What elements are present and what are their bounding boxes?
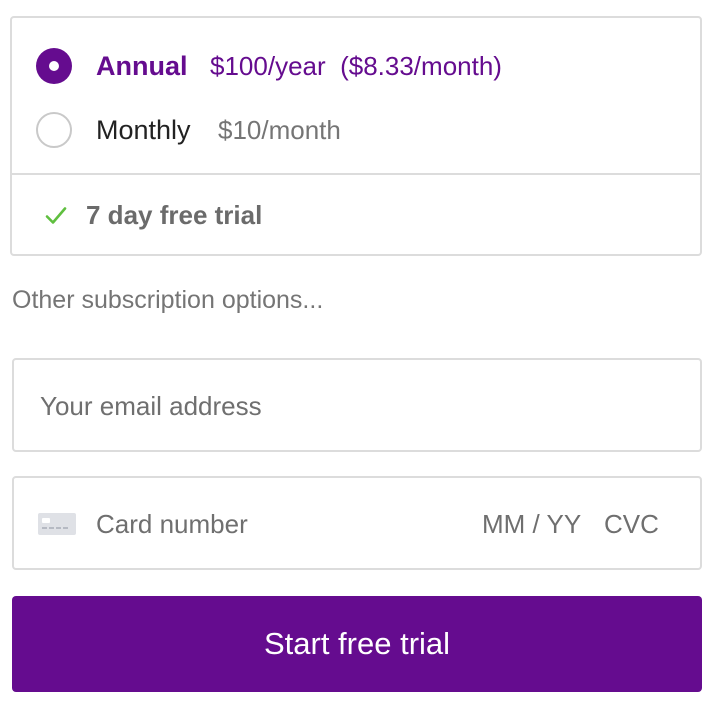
other-subscription-options-link[interactable]: Other subscription options... <box>12 284 323 316</box>
card-field-container <box>12 476 702 570</box>
card-number-input[interactable] <box>94 478 438 570</box>
annual-radio[interactable] <box>36 48 72 84</box>
trial-text: 7 day free trial <box>86 200 263 230</box>
email-field-container <box>12 358 702 452</box>
email-input[interactable] <box>38 360 682 452</box>
card-cvc-input[interactable] <box>602 478 686 570</box>
card-expiry-input[interactable] <box>480 478 596 570</box>
annual-plan-price: $100/year ($8.33/month) <box>210 51 502 81</box>
credit-card-icon <box>38 513 76 535</box>
plan-option-annual[interactable]: Annual $100/year ($8.33/month) <box>12 34 700 98</box>
monthly-radio[interactable] <box>36 112 72 148</box>
monthly-plan-price: $10/month <box>218 115 341 145</box>
plan-option-monthly[interactable]: Monthly $10/month <box>12 98 700 162</box>
trial-info: 7 day free trial <box>12 175 700 256</box>
monthly-plan-name: Monthly <box>96 115 191 145</box>
annual-plan-name: Annual <box>96 51 188 81</box>
start-free-trial-button[interactable]: Start free trial <box>12 596 702 692</box>
plan-selector: Annual $100/year ($8.33/month) Monthly $… <box>10 16 702 256</box>
check-icon <box>45 207 67 224</box>
